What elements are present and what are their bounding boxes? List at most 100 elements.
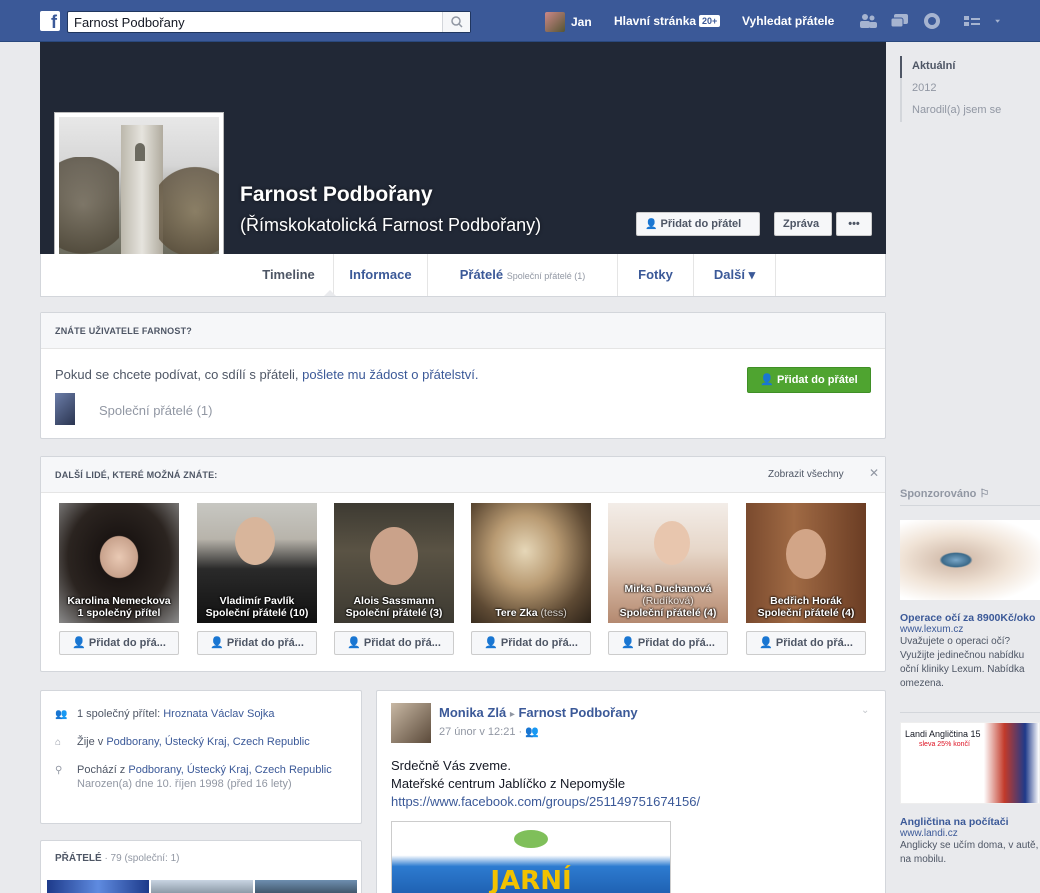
person-name: Alois Sassmann (353, 595, 435, 607)
privacy-icon[interactable] (962, 12, 982, 30)
ad-2-image[interactable]: Landi Angličtina 15 sleva 25% končí (900, 722, 1040, 804)
friend-request-link[interactable]: pošlete mu žádost o přátelství. (302, 367, 478, 382)
sponsored-divider (900, 505, 1040, 506)
add-person-button[interactable]: 👤 Přidat do přá... (746, 631, 866, 655)
nav-home-link[interactable]: Hlavní stránka 20+ (614, 14, 721, 28)
add-friend-icon: 👤 (621, 637, 635, 649)
add-friend-button[interactable]: 👤 Přidat do přátel (636, 212, 760, 236)
face (370, 527, 418, 585)
post-author-link[interactable]: Monika Zlá (439, 705, 506, 720)
ad-2-url: www.landi.cz (900, 828, 958, 839)
post-options-chevron-icon[interactable]: ⌄ (861, 705, 869, 716)
nav-user-name: Jan (571, 15, 592, 29)
messages-icon[interactable] (890, 12, 910, 30)
add-person-button[interactable]: 👤 Přidat do přá... (197, 631, 317, 655)
post-timestamp[interactable]: 27 únor v 12:21 · 👥 (439, 725, 539, 738)
tab-friends-sub: Společní přátelé (1) (506, 271, 586, 281)
message-button[interactable]: Zpráva (774, 212, 832, 236)
settings-arrow-icon[interactable] (994, 12, 1006, 30)
add-friend-label: Přidat do přátel (660, 218, 742, 230)
from-place-link[interactable]: Podborany, Ústecký Kraj, Czech Republic (128, 764, 331, 776)
timeline-year-nav: Aktuální 2012 Narodil(a) jsem se (900, 56, 1001, 122)
profile-name: Farnost Podbořany (240, 183, 433, 206)
add-person-button[interactable]: 👤 Přidat do přá... (471, 631, 591, 655)
person-caption: Mirka Duchanová (Rudíková) Společní přátel… (608, 583, 728, 619)
close-icon[interactable]: ✕ (869, 466, 879, 480)
person-caption: Bedřich Horák Společní přátelé (4) (746, 595, 866, 619)
search-input[interactable] (68, 12, 440, 32)
person-mutual: Společní přátelé (10) (205, 607, 309, 619)
ad-2-banner: Landi Angličtina 15 (905, 729, 981, 739)
person-card: Karolina Nemeckova 1 společný přítel 👤 Př… (59, 503, 179, 655)
know-user-card: ZNÁTE UŽIVATELE FARNOST? Pokud se chcete… (40, 312, 886, 439)
add-person-button[interactable]: 👤 Přidat do přá... (334, 631, 454, 655)
ad-1-image[interactable] (900, 520, 1040, 600)
add-friend-icon: 👤 (759, 637, 773, 649)
person-name: Tere Zka (495, 607, 538, 619)
tab-friends-label: Přátelé (459, 267, 504, 282)
friend-thumb[interactable] (151, 880, 253, 893)
lives-place-link[interactable]: Podborany, Ústecký Kraj, Czech Republic (106, 736, 309, 748)
nav-find-friends-link[interactable]: Vyhledat přátele (742, 14, 834, 28)
friends-icon: 👥 (55, 709, 68, 720)
ad-1-title[interactable]: Operace očí za 8900Kč/oko (900, 612, 1040, 624)
notifications-icon[interactable] (922, 12, 942, 30)
post-line-2: Mateřské centrum Jablíčko z Nepomyšle (391, 776, 626, 791)
born-text: Narozen(a) dne 10. říjen 1998 (před 16 l… (77, 778, 292, 790)
person-photo[interactable]: Alois Sassmann Společní přátelé (3) (334, 503, 454, 623)
person-photo[interactable]: Tere Zka (tess) (471, 503, 591, 623)
tab-timeline[interactable]: Timeline (244, 254, 334, 296)
mutual-friend-avatar[interactable] (55, 393, 75, 425)
person-photo[interactable]: Bedřich Horák Společní přátelé (4) (746, 503, 866, 623)
church-tower (121, 125, 163, 273)
add-friend-icon: 👤 (760, 374, 774, 386)
friend-thumb[interactable] (47, 880, 149, 893)
search-button[interactable] (442, 12, 470, 32)
ad-1[interactable]: Operace očí za 8900Kč/oko www.lexum.cz U… (900, 612, 1040, 691)
add-friend-green-button[interactable]: 👤 Přidat do přátel (747, 367, 871, 393)
add-person-label: Přidat do přá... (500, 637, 578, 649)
post-header: Monika Zlá ▸ Farnost Podbořany (439, 705, 638, 720)
add-person-label: Přidat do přá... (226, 637, 304, 649)
show-all-link[interactable]: Zobrazit všechny (768, 469, 844, 480)
post-link[interactable]: https://www.facebook.com/groups/25114975… (391, 793, 700, 811)
nav-profile-link[interactable]: Jan (545, 12, 592, 32)
rail-item-born[interactable]: Narodil(a) jsem se (900, 100, 1001, 122)
post-target-link[interactable]: Farnost Podbořany (518, 705, 637, 720)
person-photo[interactable]: Vladimír Pavlík Společní přátelé (10) (197, 503, 317, 623)
timeline-post: Monika Zlá ▸ Farnost Podbořany 27 únor v… (376, 690, 886, 893)
mutual-friend-row: 👥 1 společný přítel: Hroznata Václav Soj… (41, 707, 361, 721)
person-caption: Alois Sassmann Společní přátelé (3) (334, 595, 454, 619)
add-friend-icon: 👤 (72, 637, 86, 649)
friend-requests-icon[interactable] (858, 12, 878, 30)
friend-thumb[interactable] (255, 880, 357, 893)
rail-item-current[interactable]: Aktuální (900, 56, 1001, 78)
post-author-avatar[interactable] (391, 703, 431, 743)
ad-2-title[interactable]: Angličtina na počítači (900, 816, 1040, 828)
tab-info[interactable]: Informace (334, 254, 428, 296)
from-row: ⚲ Pochází z Podborany, Ústecký Kraj, Cze… (41, 763, 341, 791)
post-image-text: JARNÍ (490, 866, 572, 893)
ad-divider (900, 712, 1040, 713)
add-person-label: Přidat do přá... (775, 637, 853, 649)
add-person-label: Přidat do přá... (637, 637, 715, 649)
post-image[interactable]: JARNÍ (391, 821, 671, 893)
more-options-button[interactable]: ••• (836, 212, 872, 236)
add-person-button[interactable]: 👤 Přidat do přá... (608, 631, 728, 655)
tab-more[interactable]: Další ▾ (694, 254, 776, 296)
facebook-logo[interactable]: f (40, 11, 60, 32)
mutual-friend-link[interactable]: Hroznata Václav Sojka (163, 708, 274, 720)
ad-2[interactable]: Angličtina na počítači www.landi.cz Angl… (900, 816, 1040, 867)
friends-box: PŘÁTELÉ · 79 (společní: 1) (40, 840, 362, 893)
rail-item-2012[interactable]: 2012 (900, 78, 1001, 100)
tab-friends[interactable]: Přátelé Společní přátelé (1) (428, 254, 618, 296)
lives-in-row: ⌂ Žije v Podborany, Ústecký Kraj, Czech … (41, 735, 361, 749)
add-person-button[interactable]: 👤 Přidat do přá... (59, 631, 179, 655)
friends-heading[interactable]: PŘÁTELÉ · 79 (společní: 1) (55, 853, 179, 864)
person-photo[interactable]: Karolina Nemeckova 1 společný přítel (59, 503, 179, 623)
person-photo[interactable]: Mirka Duchanová (Rudíková) Společní přátel… (608, 503, 728, 623)
search-box (67, 11, 471, 33)
mutual-friends-link[interactable]: Společní přátelé (1) (99, 403, 212, 418)
tab-photos[interactable]: Fotky (618, 254, 694, 296)
person-caption: Karolina Nemeckova 1 společný přítel (59, 595, 179, 619)
